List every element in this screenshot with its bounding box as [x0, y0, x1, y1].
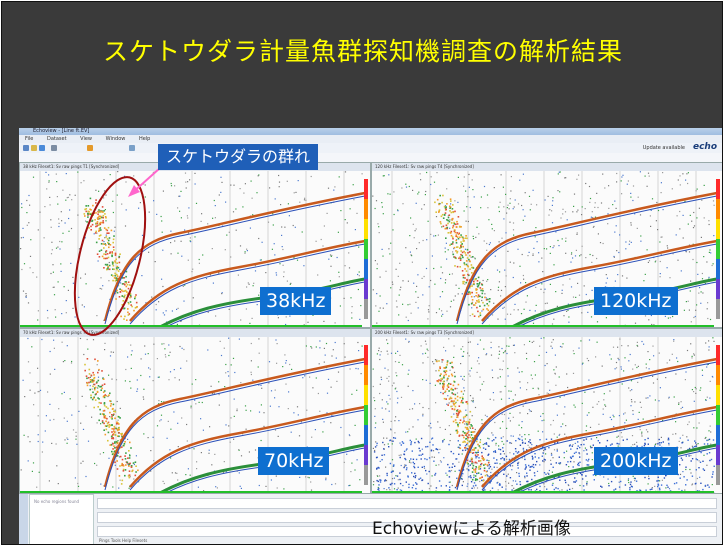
secondary-toolbar	[19, 153, 722, 162]
menu-item-window[interactable]: Window	[106, 136, 126, 142]
figure-caption: Echoviewによる解析画像	[372, 519, 571, 539]
panel-header: 120 kHz Fileset1: Sv raw pings T4 [Synch…	[372, 163, 722, 171]
frequency-label-120khz: 120kHz	[594, 287, 678, 315]
echoview-window: Echoview - [Line ft.EV] File Dataset Vie…	[19, 128, 722, 544]
region-tool-icon[interactable]	[87, 145, 93, 151]
frequency-label-38khz: 38kHz	[260, 287, 332, 315]
slide: スケトウダラ計量魚群探知機調査の解析結果 Echoview - [Line ft…	[1, 1, 723, 545]
menu-item-dataset[interactable]: Dataset	[47, 136, 67, 142]
bottom-console: No echo regions found Pings Tools Help F…	[19, 494, 722, 544]
menu-item-file[interactable]: File	[25, 136, 33, 142]
zoom-icon[interactable]	[129, 145, 135, 151]
menu-bar: File Dataset View Window Help	[19, 135, 722, 143]
echogram-panel-38khz[interactable]: 38 kHz Fileset1: Sv raw pings T1 [Synchr…	[19, 162, 371, 328]
update-available-text[interactable]: Update available	[643, 143, 685, 153]
callout-label: スケトウダラの群れ	[158, 144, 319, 170]
frequency-label-200khz: 200kHz	[594, 447, 678, 475]
echoview-logo: echo	[692, 142, 717, 152]
echogram-panel-200khz[interactable]: 200 kHz Fileset1: Sv raw pings T3 [Synch…	[371, 328, 722, 494]
save-icon[interactable]	[39, 145, 45, 151]
panel-header: 70 kHz Fileset1: Sv raw pings T2 [Synchr…	[20, 329, 370, 337]
window-titlebar: Echoview - [Line ft.EV]	[19, 128, 722, 135]
echogram-panel-120khz[interactable]: 120 kHz Fileset1: Sv raw pings T4 [Synch…	[371, 162, 722, 328]
undo-icon[interactable]	[51, 145, 57, 151]
menu-item-view[interactable]: View	[80, 136, 92, 142]
open-icon[interactable]	[31, 145, 37, 151]
panel-header: 200 kHz Fileset1: Sv raw pings T3 [Synch…	[372, 329, 722, 337]
command-input-1[interactable]	[97, 498, 717, 509]
echogram-panel-70khz[interactable]: 70 kHz Fileset1: Sv raw pings T2 [Synchr…	[19, 328, 371, 494]
new-icon[interactable]	[23, 145, 29, 151]
frequency-label-70khz: 70kHz	[258, 447, 330, 475]
bottom-tabs[interactable]: Pings Tools Help Filesets	[99, 538, 147, 543]
side-tab[interactable]	[19, 494, 28, 544]
history-pane: No echo regions found	[29, 494, 94, 544]
slide-title: スケトウダラ計量魚群探知機調査の解析結果	[102, 37, 623, 66]
menu-item-help[interactable]: Help	[139, 136, 150, 142]
